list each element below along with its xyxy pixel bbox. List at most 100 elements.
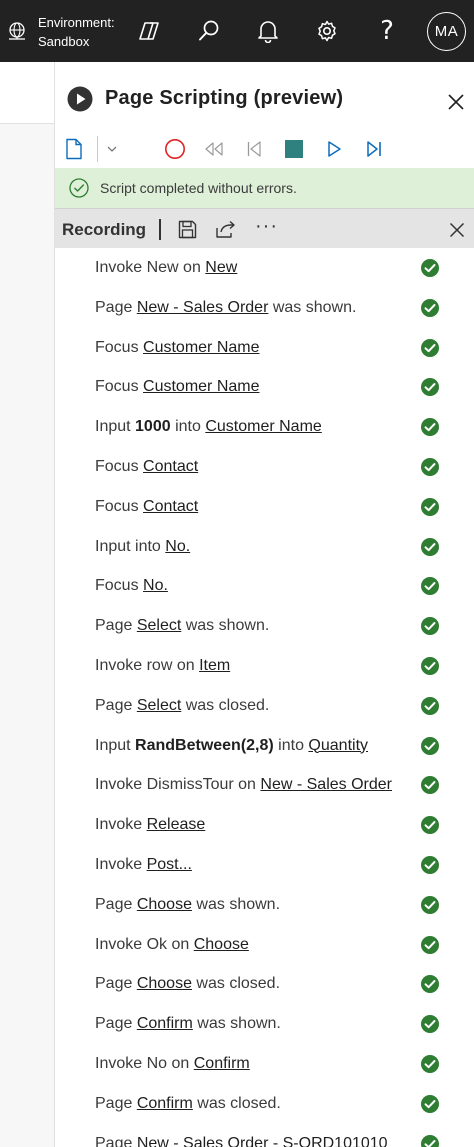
step-target-link[interactable]: No. bbox=[143, 577, 168, 594]
more-options-button[interactable]: ··· bbox=[255, 215, 278, 238]
step-action-text: was closed. bbox=[191, 975, 281, 993]
record-button[interactable] bbox=[162, 136, 188, 162]
recorded-step[interactable]: Focus Contact bbox=[55, 489, 474, 529]
recorded-step[interactable]: Input into No. bbox=[55, 529, 474, 569]
step-text: Page New - Sales Order - S-ORD101010 bbox=[95, 1135, 405, 1147]
play-button[interactable] bbox=[321, 136, 347, 162]
rewind-button[interactable] bbox=[201, 136, 227, 162]
step-target-link[interactable]: New bbox=[205, 259, 237, 276]
recorded-step[interactable]: Focus Customer Name bbox=[55, 330, 474, 370]
recorded-step[interactable]: Page New - Sales Order - S-ORD101010 bbox=[55, 1126, 474, 1147]
step-text: Invoke New on New bbox=[95, 259, 405, 277]
step-action-text: Page bbox=[95, 617, 137, 635]
recorded-step[interactable]: Page Choose was shown. bbox=[55, 887, 474, 927]
stop-button[interactable] bbox=[281, 136, 307, 162]
step-target-link[interactable]: Confirm bbox=[137, 1095, 193, 1112]
checkmark-circle-icon bbox=[69, 178, 89, 198]
step-target-link[interactable]: Customer Name bbox=[205, 418, 321, 435]
step-forward-button[interactable] bbox=[361, 136, 387, 162]
stop-icon bbox=[285, 140, 303, 158]
page-scripting-pane: Page Scripting (preview) Script complete… bbox=[55, 62, 474, 1147]
recorded-step[interactable]: Page New - Sales Order was shown. bbox=[55, 290, 474, 330]
step-success-check-icon bbox=[421, 577, 439, 596]
recorded-step[interactable]: Invoke No on Confirm bbox=[55, 1046, 474, 1086]
step-action-text: was shown. bbox=[181, 617, 270, 635]
restart-button[interactable] bbox=[241, 136, 267, 162]
recorded-step[interactable]: Page Confirm was closed. bbox=[55, 1086, 474, 1126]
recorded-step[interactable]: Page Select was closed. bbox=[55, 688, 474, 728]
step-text: Invoke DismissTour on New - Sales Order bbox=[95, 776, 405, 794]
recorded-step[interactable]: Invoke Ok on Choose bbox=[55, 927, 474, 967]
recorded-step[interactable]: Invoke row on Item bbox=[55, 648, 474, 688]
step-target-link[interactable]: Contact bbox=[143, 498, 198, 515]
step-action-text: Invoke bbox=[95, 816, 147, 834]
save-recording-button[interactable] bbox=[176, 218, 198, 240]
step-target-link[interactable]: Choose bbox=[137, 896, 192, 913]
step-target-link[interactable]: Customer Name bbox=[143, 339, 259, 356]
step-target-link[interactable]: Quantity bbox=[308, 737, 368, 754]
new-document-icon bbox=[66, 138, 82, 160]
step-success-check-icon bbox=[421, 617, 439, 636]
script-menu-dropdown[interactable] bbox=[99, 136, 125, 162]
environment-name: Sandbox bbox=[38, 34, 90, 49]
step-text: Invoke Ok on Choose bbox=[95, 936, 405, 954]
recorded-step[interactable]: Page Choose was closed. bbox=[55, 966, 474, 1006]
recorded-step[interactable]: Invoke New on New bbox=[55, 250, 474, 290]
step-target-link[interactable]: Choose bbox=[194, 936, 249, 953]
rewind-icon bbox=[205, 142, 223, 156]
step-target-link[interactable]: Item bbox=[199, 657, 230, 674]
bell-icon bbox=[258, 21, 278, 43]
step-text: Page Choose was closed. bbox=[95, 975, 405, 993]
recorded-step[interactable]: Focus Contact bbox=[55, 449, 474, 489]
step-target-link[interactable]: Release bbox=[147, 816, 206, 833]
step-action-text: Invoke No on bbox=[95, 1055, 194, 1072]
recorded-step[interactable]: Focus No. bbox=[55, 568, 474, 608]
share-recording-button[interactable] bbox=[214, 218, 236, 240]
search-button[interactable] bbox=[195, 17, 223, 45]
step-target-link[interactable]: Post... bbox=[147, 856, 192, 873]
step-success-check-icon bbox=[421, 259, 439, 277]
background-page bbox=[0, 62, 55, 1147]
step-target-link[interactable]: New - Sales Order bbox=[260, 776, 392, 793]
step-target-link[interactable]: New - Sales Order bbox=[137, 299, 269, 316]
recorded-step[interactable]: Invoke Release bbox=[55, 807, 474, 847]
help-button[interactable]: ? bbox=[373, 17, 401, 45]
step-target-link[interactable]: No. bbox=[165, 538, 190, 555]
step-target-link[interactable]: Confirm bbox=[137, 1015, 193, 1032]
step-success-check-icon bbox=[421, 1055, 439, 1073]
step-action-text: Input into bbox=[95, 537, 166, 555]
step-target-link[interactable]: Customer Name bbox=[143, 378, 259, 395]
step-action-text: Invoke bbox=[95, 856, 147, 873]
step-value: 1000 bbox=[135, 418, 171, 436]
step-target-link[interactable]: Contact bbox=[143, 458, 198, 475]
skip-to-end-icon bbox=[367, 141, 381, 157]
recorded-step[interactable]: Focus Customer Name bbox=[55, 369, 474, 409]
step-action-text: Page bbox=[95, 298, 137, 316]
copilot-button[interactable] bbox=[135, 17, 163, 45]
step-action-text: Invoke Ok on bbox=[95, 935, 194, 953]
step-target-link[interactable]: New - Sales Order - S-ORD101010 bbox=[137, 1135, 388, 1147]
step-text: Page Choose was shown. bbox=[95, 896, 405, 914]
step-target-link[interactable]: Select bbox=[137, 697, 181, 714]
notifications-button[interactable] bbox=[254, 17, 282, 45]
new-script-button[interactable] bbox=[61, 136, 87, 162]
recorded-step[interactable]: Input RandBetween(2,8) into Quantity bbox=[55, 728, 474, 768]
step-target-link[interactable]: Choose bbox=[137, 975, 192, 992]
step-target-link[interactable]: Select bbox=[137, 617, 181, 634]
recorded-step[interactable]: Invoke Post... bbox=[55, 847, 474, 887]
close-icon[interactable] bbox=[447, 93, 465, 111]
user-avatar[interactable]: MA bbox=[427, 12, 466, 51]
recorded-step[interactable]: Input 1000 into Customer Name bbox=[55, 409, 474, 449]
recorded-step[interactable]: Invoke DismissTour on New - Sales Order bbox=[55, 767, 474, 807]
step-text: Invoke Post... bbox=[95, 856, 405, 874]
step-text: Page Confirm was closed. bbox=[95, 1095, 405, 1113]
settings-button[interactable] bbox=[313, 17, 341, 45]
recorded-step[interactable]: Page Select was shown. bbox=[55, 608, 474, 648]
recorded-step[interactable]: Page Confirm was shown. bbox=[55, 1006, 474, 1046]
close-recording-icon[interactable] bbox=[449, 222, 465, 238]
step-action-text: Invoke DismissTour on bbox=[95, 776, 261, 794]
step-action-text: Invoke New on bbox=[95, 259, 206, 276]
step-target-link[interactable]: Confirm bbox=[194, 1055, 250, 1072]
step-success-check-icon bbox=[421, 458, 439, 476]
step-success-check-icon bbox=[421, 935, 439, 954]
